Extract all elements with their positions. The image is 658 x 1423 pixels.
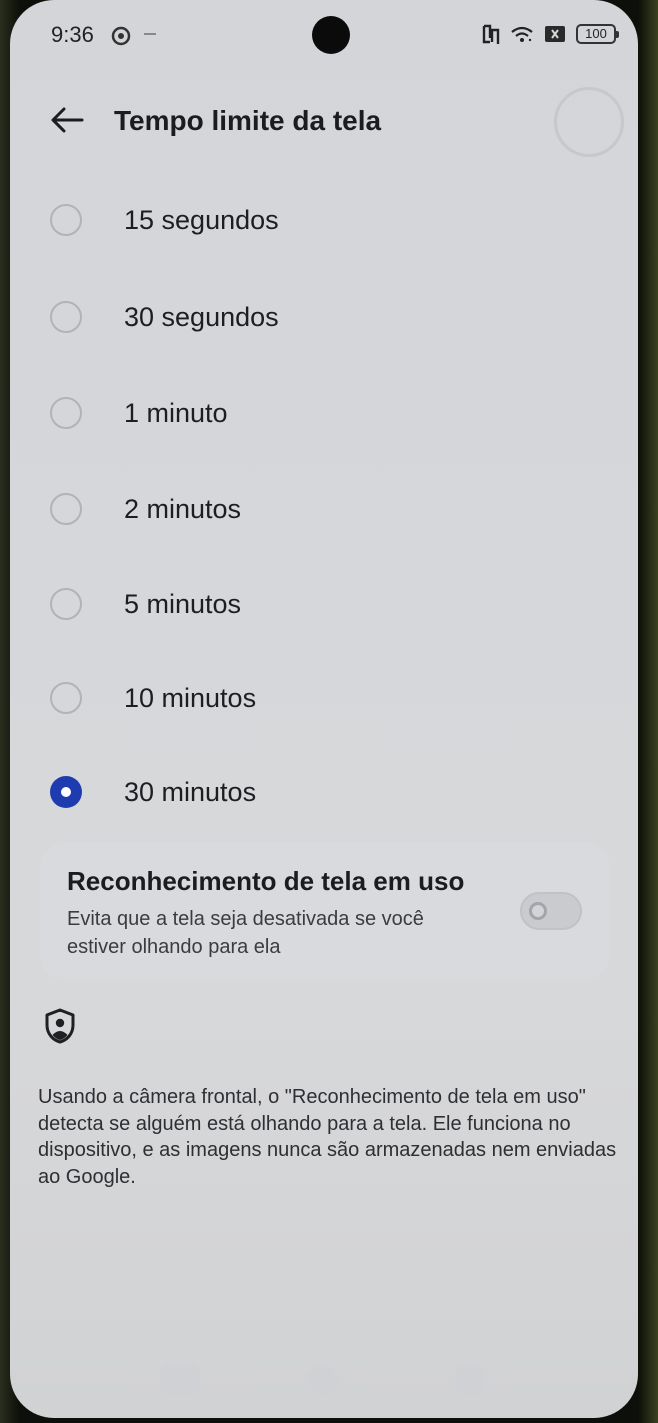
radio-button[interactable]	[50, 301, 82, 333]
status-icons: 100	[482, 24, 619, 44]
card-description: Evita que a tela seja desativada se você…	[67, 908, 424, 958]
option-5-minutes[interactable]: 5 minutos	[10, 568, 638, 638]
status-time: 9:36	[51, 22, 94, 47]
back-button[interactable]	[48, 100, 88, 140]
option-label: 30 segundos	[124, 302, 279, 332]
phone-frame: 9:36 100 Tempo limite da tela 15 segundo…	[0, 0, 658, 1423]
radio-button[interactable]	[50, 493, 82, 525]
nav-home-hint	[308, 1365, 338, 1395]
app-header: Tempo limite da tela	[10, 86, 638, 157]
battery-indicator: 100	[576, 24, 619, 44]
option-label: 30 minutos	[124, 777, 257, 807]
toggle-knob	[529, 902, 547, 920]
nav-recents-hint	[160, 1365, 200, 1395]
privacy-shield-icon	[45, 1008, 75, 1044]
screen-attention-toggle[interactable]	[520, 892, 582, 930]
nfc-icon	[482, 24, 500, 44]
option-30-seconds[interactable]: 30 segundos	[10, 281, 638, 351]
status-bar: 9:36 100	[10, 0, 638, 70]
radio-button[interactable]	[50, 588, 82, 620]
sim-icon	[545, 26, 565, 42]
screen-attention-card[interactable]: Reconhecimento de tela em uso Evita que …	[40, 842, 610, 980]
nav-back-hint	[455, 1365, 485, 1395]
front-camera	[312, 16, 350, 54]
radio-button[interactable]	[50, 682, 82, 714]
option-10-minutes[interactable]: 10 minutos	[10, 662, 638, 732]
screen: 9:36 100 Tempo limite da tela 15 segundo…	[10, 0, 638, 1418]
notification-icon	[111, 26, 131, 46]
option-label: 10 minutos	[124, 683, 257, 713]
radio-button[interactable]	[50, 204, 82, 236]
option-15-seconds[interactable]: 15 segundos	[10, 184, 638, 254]
option-label: 1 minuto	[124, 398, 228, 428]
option-1-minute[interactable]: 1 minuto	[10, 377, 638, 447]
page-title: Tempo limite da tela	[114, 105, 382, 136]
wifi-icon	[511, 26, 533, 42]
option-label: 2 minutos	[124, 494, 242, 524]
dash-icon	[144, 33, 156, 35]
option-2-minutes[interactable]: 2 minutos	[10, 473, 638, 543]
option-label: 5 minutos	[124, 589, 242, 619]
card-title: Reconhecimento de tela em uso	[67, 866, 465, 896]
option-30-minutes[interactable]: 30 minutos	[10, 756, 638, 826]
privacy-info-text: Usando a câmera frontal, o "Reconhecimen…	[38, 1086, 617, 1188]
assistive-touch-overlay[interactable]	[554, 87, 624, 157]
option-label: 15 segundos	[124, 205, 279, 235]
radio-button[interactable]	[50, 397, 82, 429]
back-arrow-icon	[51, 107, 84, 133]
radio-button-selected[interactable]	[50, 776, 82, 808]
